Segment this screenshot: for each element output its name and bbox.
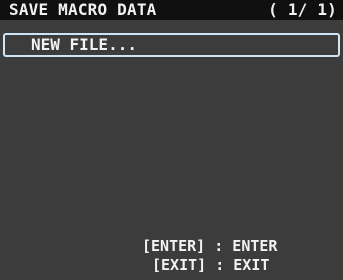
list-item-label: NEW FILE...	[31, 35, 137, 54]
list-item-new-file[interactable]: NEW FILE...	[3, 33, 340, 57]
exit-hint: [EXIT] : EXIT	[152, 256, 270, 274]
page-title: SAVE MACRO DATA	[9, 0, 157, 19]
enter-hint: [ENTER] : ENTER	[142, 237, 278, 255]
page-indicator: ( 1/ 1)	[268, 0, 337, 19]
header-bar: SAVE MACRO DATA ( 1/ 1)	[0, 0, 343, 20]
macro-screen: SAVE MACRO DATA ( 1/ 1) NEW FILE... [ENT…	[0, 0, 343, 280]
file-list: NEW FILE...	[3, 33, 340, 57]
